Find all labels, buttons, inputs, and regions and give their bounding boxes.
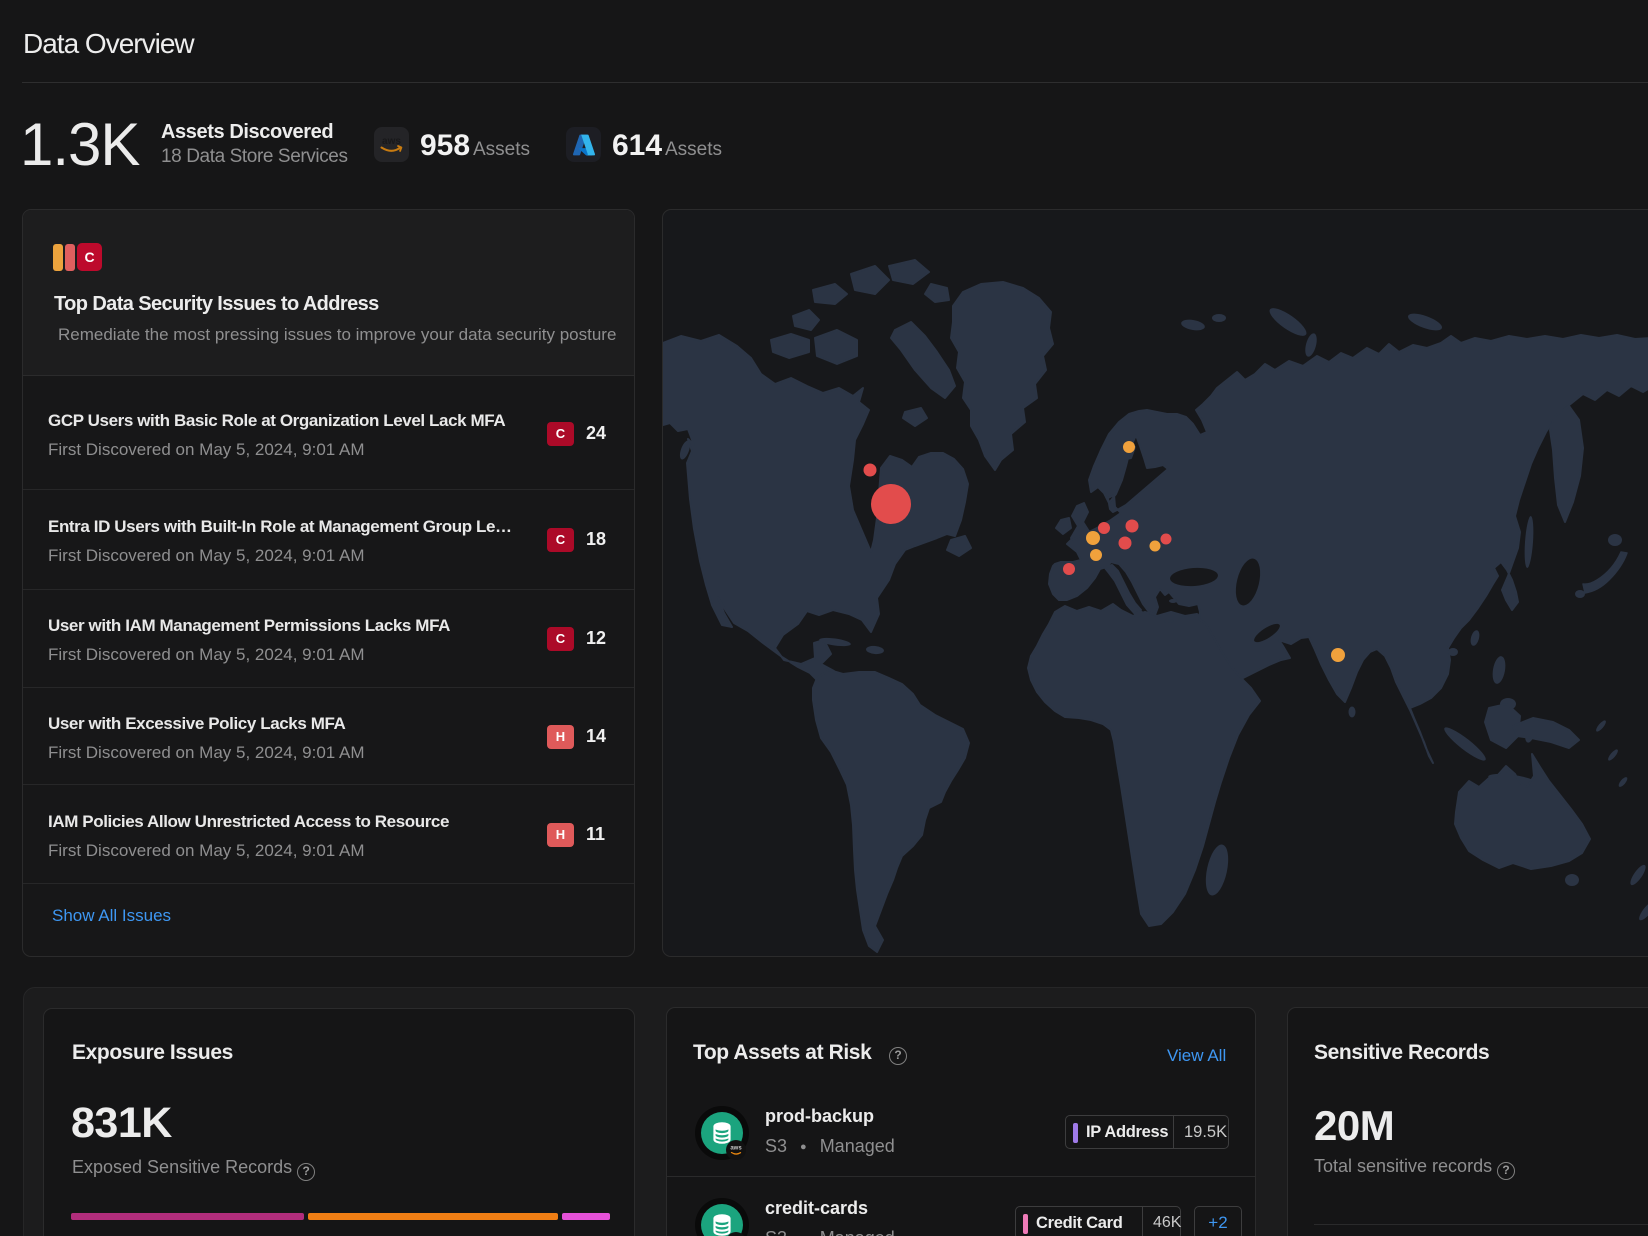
svg-text:aws: aws xyxy=(730,1146,742,1152)
